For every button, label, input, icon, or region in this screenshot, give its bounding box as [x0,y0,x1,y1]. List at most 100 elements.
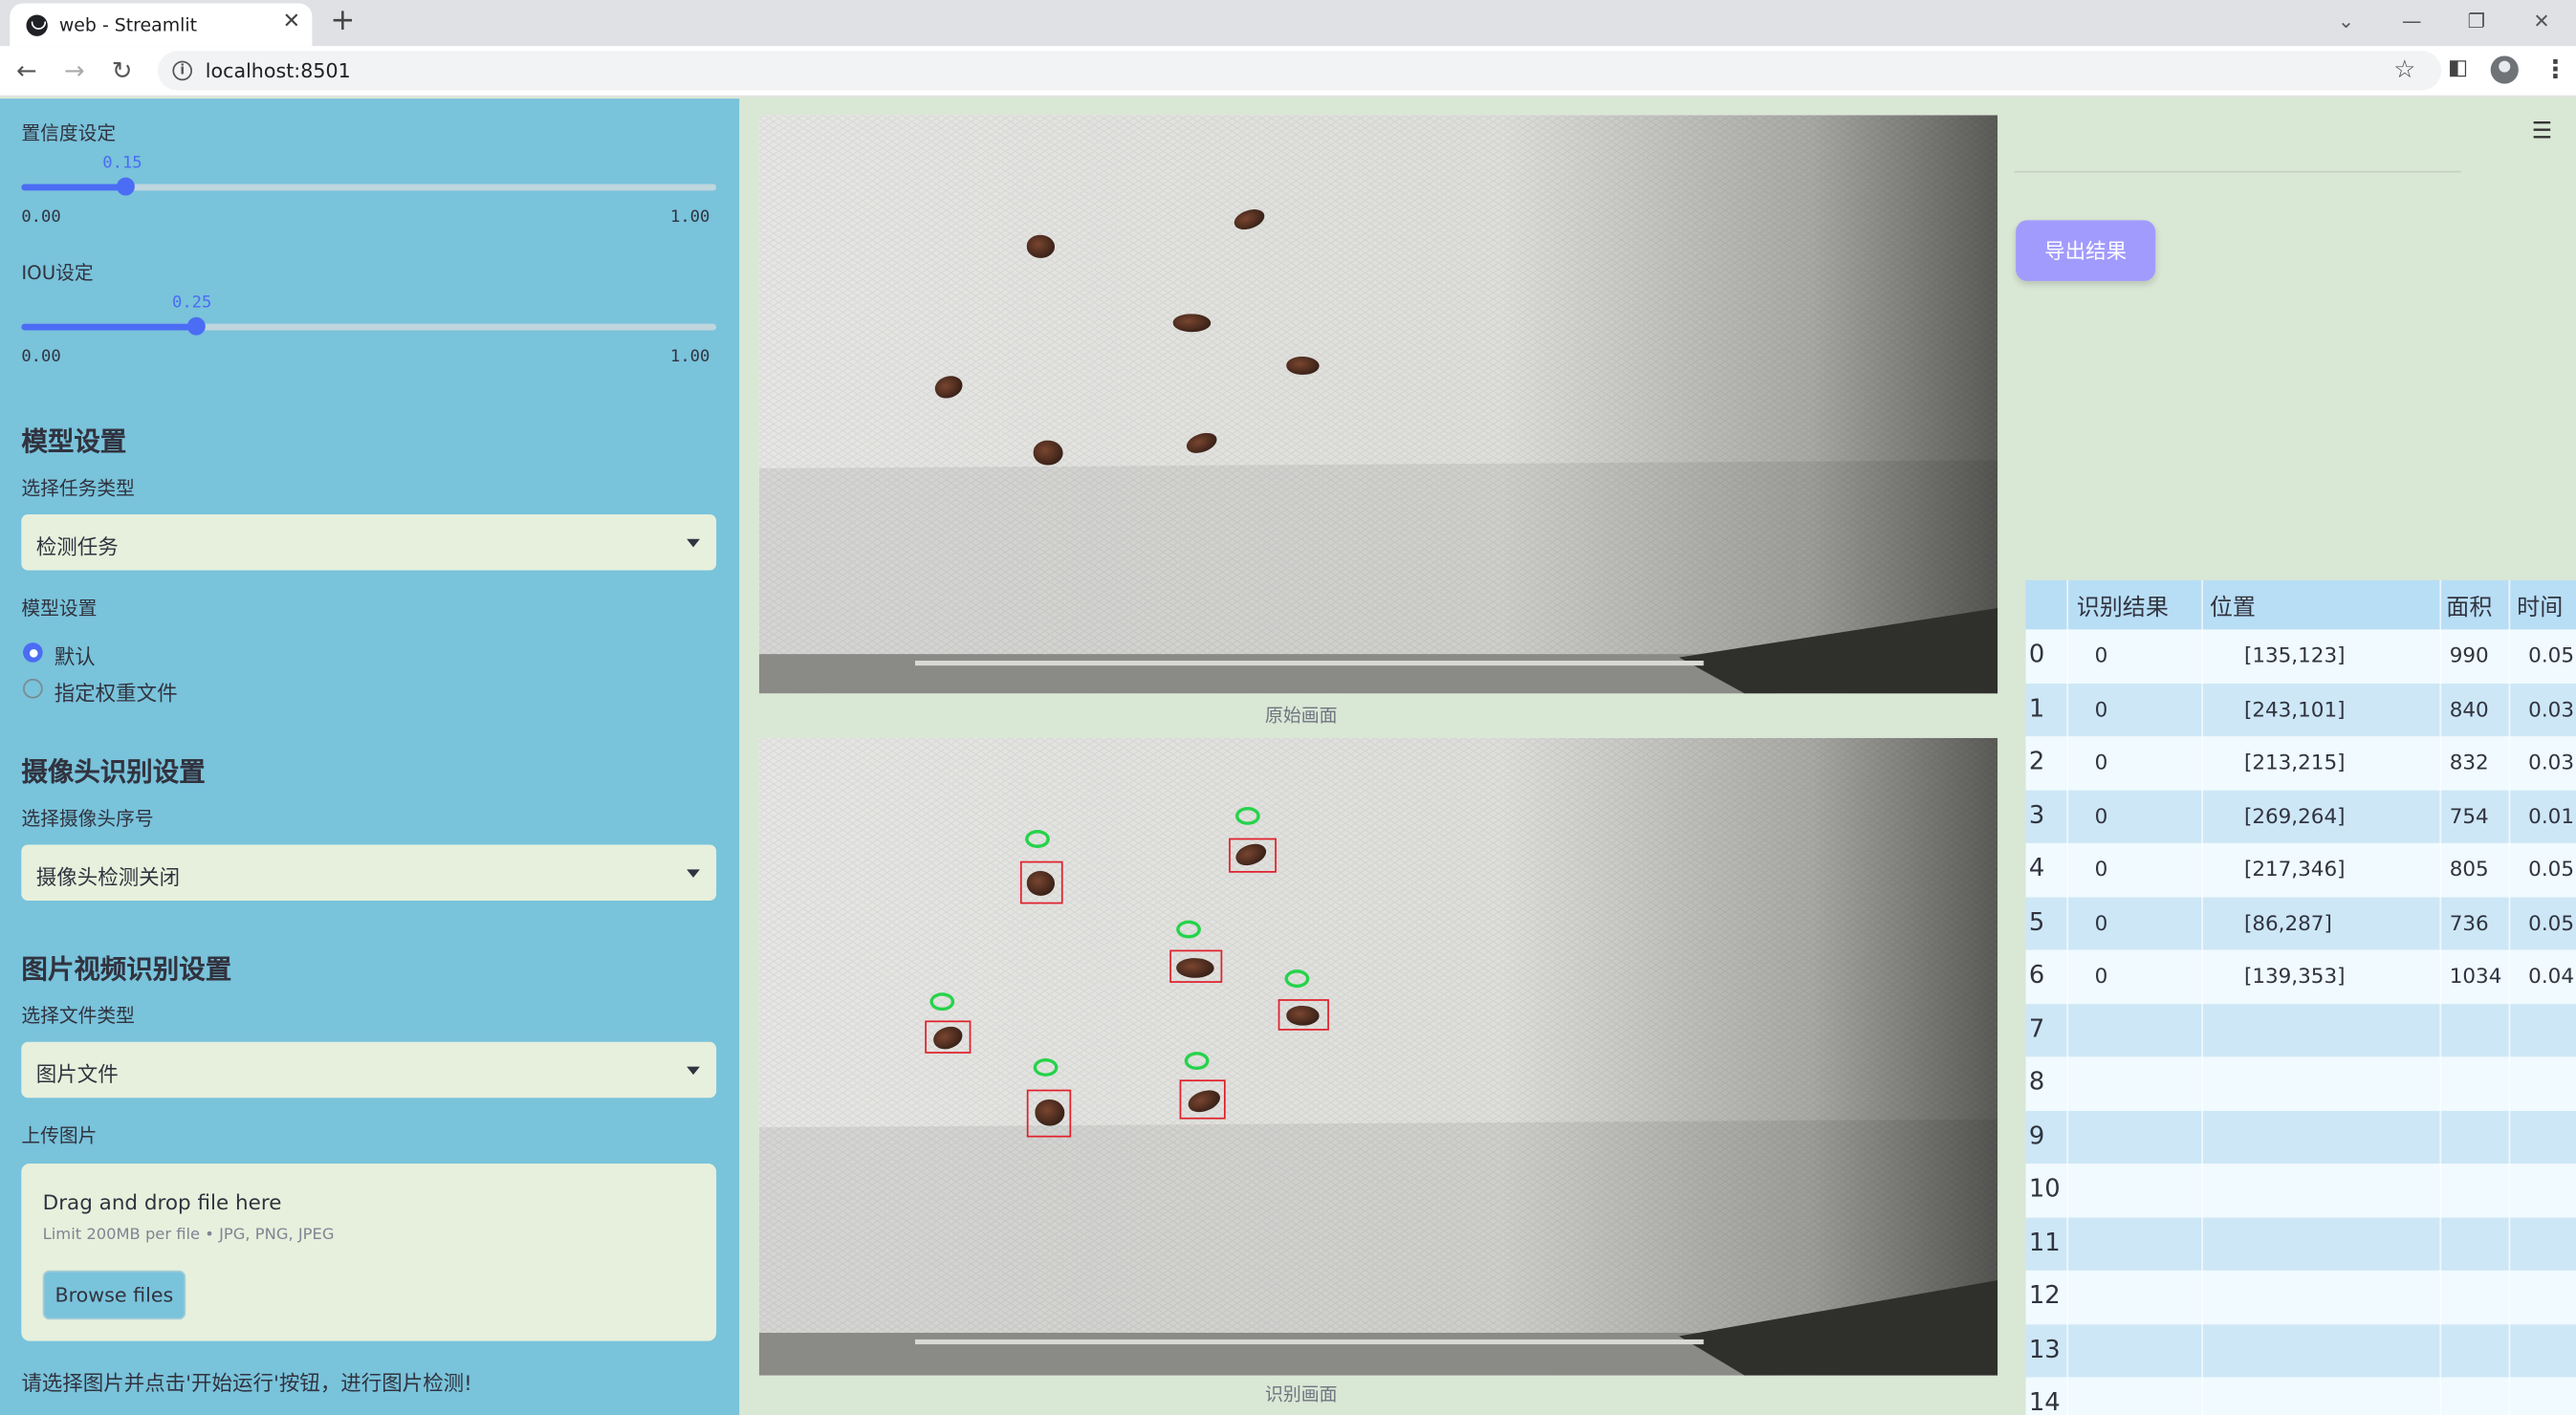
new-tab-icon[interactable]: + [330,4,355,37]
column-header-time[interactable]: 时间 [2517,590,2563,622]
table-row[interactable]: 9 [2025,1110,2576,1165]
row-index: 8 [2028,1066,2045,1097]
cell-position: [213,215] [2243,749,2346,774]
side-panel-icon[interactable]: ◧ [2448,54,2468,84]
row-index: 10 [2028,1173,2061,1204]
column-header-result[interactable]: 识别结果 [2077,590,2169,622]
browser-toolbar: ← → ↻ i localhost:8501 ☆ ◧ ⋮ [0,46,2576,98]
radio-custom-weights-label[interactable]: 指定权重文件 [55,675,178,707]
iou-value: 0.25 [171,294,212,313]
cell-area: 754 [2449,802,2489,828]
radio-default-label[interactable]: 默认 [55,640,96,671]
iou-slider-fill [21,323,196,331]
table-row[interactable]: 11 [2025,1216,2576,1271]
back-icon[interactable]: ← [16,55,37,85]
model-label: 模型设置 [21,596,98,620]
cell-position: [139,353] [2243,963,2346,989]
detection-label-4 [929,992,955,1012]
reload-icon[interactable]: ↻ [112,55,133,85]
detection-label-3 [1284,969,1310,989]
cell-area: 840 [2449,695,2489,721]
task-type-label: 选择任务类型 [21,476,135,500]
forward-icon[interactable]: → [64,55,85,85]
app-window: web - Streamlit ✕ + ⌄ — ❐ ✕ ← → ↻ i loca… [0,0,2576,1415]
minimize-icon[interactable]: — [2402,10,2422,33]
detection-box [1019,860,1063,904]
detection-box [1277,999,1329,1031]
close-window-icon[interactable]: ✕ [2533,10,2549,33]
dropzone-limit: Limit 200MB per file • JPG, PNG, JPEG [42,1226,335,1245]
bookmark-star-icon[interactable]: ☆ [2393,54,2415,84]
confidence-slider-thumb[interactable] [117,177,136,196]
cell-result: 0 [2094,802,2108,828]
table-row[interactable]: 12 [2025,1270,2576,1324]
table-row[interactable]: 5 0 [86,287] 736 0.05 [2025,896,2576,950]
camera-label: 选择摄像头序号 [21,806,154,831]
url-text: localhost:8501 [205,58,351,82]
confidence-value: 0.15 [102,154,142,173]
file-settings-header: 图片视频识别设置 [21,952,232,985]
address-bar[interactable]: i localhost:8501 [157,51,2442,91]
result-image-background [758,737,1998,1376]
table-row[interactable]: 0 0 [135,123] 990 0.05 [2025,629,2576,684]
tab-title: web - Streamlit [58,14,198,36]
cell-time: 0.05 [2528,856,2575,882]
confidence-slider[interactable] [21,177,717,196]
cell-area: 736 [2449,909,2489,935]
column-header-position[interactable]: 位置 [2210,590,2256,622]
camera-settings-header: 摄像头识别设置 [21,755,206,788]
cell-result: 0 [2094,695,2108,721]
profile-avatar-icon[interactable] [2490,55,2519,84]
table-row[interactable]: 14 [2025,1377,2576,1415]
table-row[interactable]: 4 0 [217,346] 805 0.05 [2025,842,2576,897]
table-row[interactable]: 7 [2025,1003,2576,1057]
iou-slider-thumb[interactable] [186,316,206,336]
cell-time: 0.01 [2528,802,2575,828]
row-index: 9 [2028,1120,2045,1150]
file-type-select[interactable]: 图片文件 [21,1041,717,1099]
table-row[interactable]: 3 0 [269,264] 754 0.01 [2025,789,2576,843]
close-tab-icon[interactable]: ✕ [283,11,301,34]
table-row[interactable]: 8 [2025,1056,2576,1111]
row-index: 6 [2028,959,2045,990]
cell-area: 990 [2449,642,2489,667]
site-info-icon[interactable]: i [172,60,193,81]
table-row[interactable]: 6 0 [139,353] 1034 0.04 [2025,949,2576,1004]
browser-menu-icon[interactable]: ⋮ [2543,54,2568,84]
hamburger-menu-icon[interactable]: ☰ [2532,120,2553,142]
browser-tab[interactable]: web - Streamlit ✕ [10,3,313,47]
cell-time: 0.05 [2528,642,2575,667]
cell-position: [135,123] [2243,642,2346,667]
row-index: 14 [2028,1386,2061,1415]
iou-slider[interactable] [21,316,717,336]
results-table: 识别结果 位置 面积 时间 0 0 [135,123] 990 0.05 1 0 [243,1… [2025,579,2576,1415]
row-index: 1 [2028,692,2045,723]
table-row[interactable]: 1 0 [243,101] 840 0.03 [2025,683,2576,737]
radio-default[interactable] [23,642,43,663]
browse-files-button[interactable]: Browse files [42,1270,186,1320]
table-row[interactable]: 2 0 [213,215] 832 0.03 [2025,736,2576,790]
row-index: 12 [2028,1280,2061,1310]
column-header-area[interactable]: 面积 [2446,590,2492,622]
streamlit-favicon-icon [26,14,48,36]
radio-custom-weights[interactable] [23,678,43,699]
detection-box [1179,1079,1226,1120]
cell-result: 0 [2094,642,2108,667]
export-results-button[interactable]: 导出结果 [2016,220,2156,281]
iou-label: IOU设定 [21,261,94,285]
table-row[interactable]: 10 [2025,1164,2576,1217]
cell-area: 832 [2449,749,2489,774]
model-settings-header: 模型设置 [21,425,127,457]
column-divider [2508,579,2511,1415]
column-divider [2201,579,2203,1415]
tab-search-icon[interactable]: ⌄ [2338,10,2354,33]
camera-select[interactable]: 摄像头检测关闭 [21,844,717,901]
table-row[interactable]: 13 [2025,1323,2576,1378]
task-type-select[interactable]: 检测任务 [21,514,717,571]
seed-object [1026,234,1056,258]
detection-box [1169,949,1223,983]
file-dropzone[interactable]: Drag and drop file here Limit 200MB per … [21,1164,717,1341]
restore-icon[interactable]: ❐ [2468,10,2485,33]
result-caption: 识别画面 [1264,1383,1338,1405]
confidence-min: 0.00 [21,208,61,228]
